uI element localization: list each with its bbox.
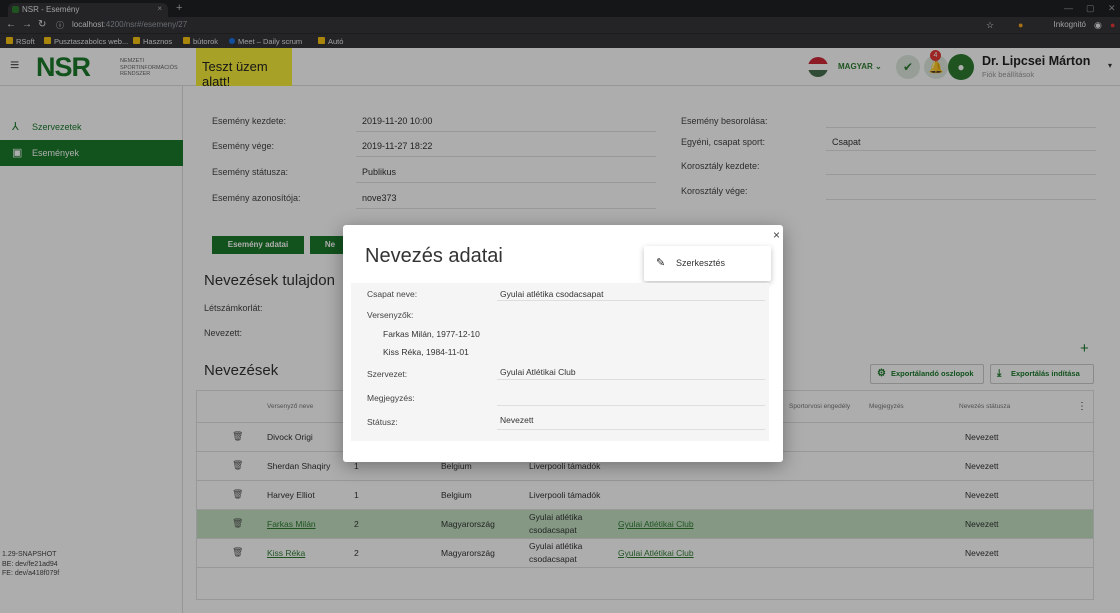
team-name-value: Gyulai atlétika csodacsapat [500,289,604,299]
status-label: Státusz: [367,417,398,427]
note-label: Megjegyzés: [367,393,415,403]
field-underline [497,300,765,301]
competitor-item: Farkas Milán, 1977-12-10 [383,329,480,339]
modal-title: Nevezés adatai [365,245,503,267]
modal-body: Csapat neve: Gyulai atlétika csodacsapat… [351,283,769,441]
field-underline [497,405,765,406]
pencil-icon: ✎ [656,257,666,269]
organization-value: Gyulai Atlétikai Club [500,367,576,377]
status-value: Nevezett [500,415,534,425]
competitor-item: Kiss Réka, 1984-11-01 [383,347,469,357]
field-underline [497,429,765,430]
edit-button[interactable]: ✎ Szerkesztés [644,246,771,281]
entry-details-modal: Nevezés adatai × ✎ Szerkesztés Csapat ne… [343,225,783,462]
team-name-label: Csapat neve: [367,289,418,299]
competitors-label: Versenyzők: [367,310,414,320]
field-underline [497,379,765,380]
edit-label: Szerkesztés [676,258,726,268]
organization-label: Szervezet: [367,369,408,379]
close-icon[interactable]: × [773,228,780,242]
